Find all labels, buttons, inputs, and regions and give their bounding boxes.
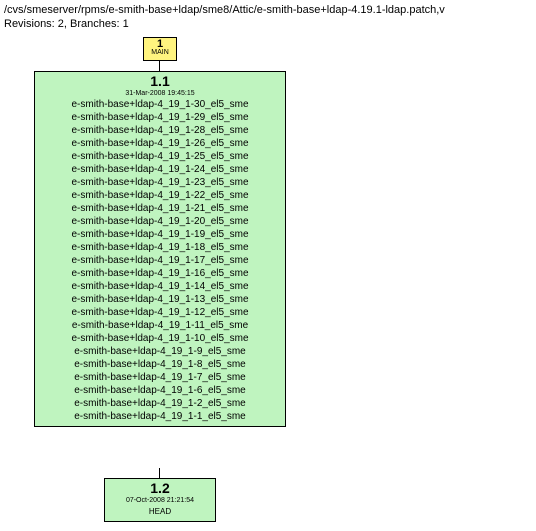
- revision-node-1-1[interactable]: 1.1 31-Mar-2008 19:45:15 e-smith-base+ld…: [34, 71, 286, 427]
- revision-date: 31-Mar-2008 19:45:15: [41, 90, 279, 98]
- revision-summary: Revisions: 2, Branches: 1: [4, 18, 536, 31]
- revision-number: 1.1: [41, 74, 279, 89]
- revision-date: 07-Oct-2008 21:21:54: [111, 497, 209, 505]
- revision-tags: e-smith-base+ldap-4_19_1-30_el5_sme e-sm…: [41, 98, 279, 423]
- revision-number: 1.2: [111, 481, 209, 496]
- file-path: /cvs/smeserver/rpms/e-smith-base+ldap/sm…: [4, 4, 536, 17]
- connector-line: [159, 468, 160, 478]
- revision-tags: HEAD: [111, 505, 209, 518]
- revision-node-1-2[interactable]: 1.2 07-Oct-2008 21:21:54 HEAD: [104, 478, 216, 522]
- revision-graph: 1 MAIN 1.1 31-Mar-2008 19:45:15 e-smith-…: [4, 37, 532, 527]
- connector-line: [159, 61, 160, 71]
- branch-node-main[interactable]: 1 MAIN: [143, 37, 177, 61]
- branch-label: MAIN: [144, 49, 176, 56]
